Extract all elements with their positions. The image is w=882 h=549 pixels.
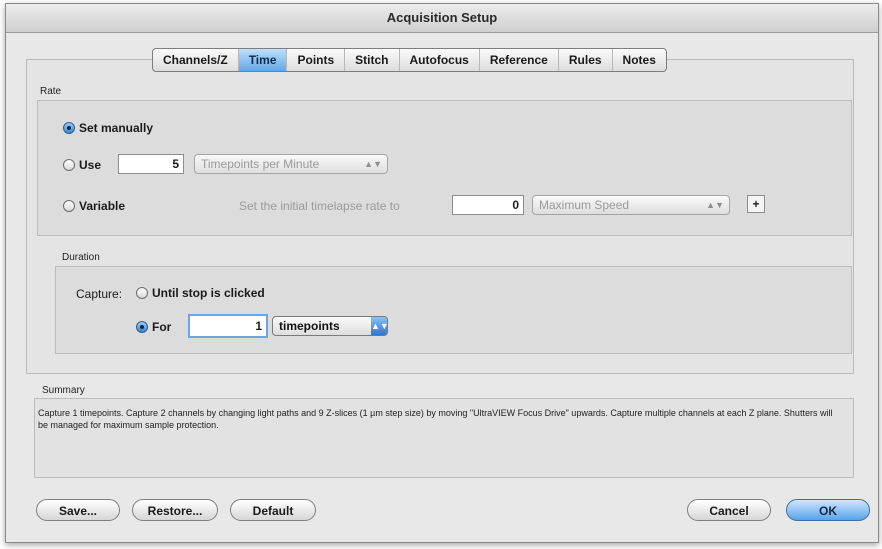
tab-reference[interactable]: Reference xyxy=(480,49,559,71)
ok-button[interactable]: OK xyxy=(786,499,870,521)
use-rate-input[interactable]: 5 xyxy=(118,154,184,174)
tab-time[interactable]: Time xyxy=(238,49,288,71)
radio-use[interactable]: Use xyxy=(63,158,101,172)
radio-selected-icon xyxy=(63,122,75,134)
variable-label: Variable xyxy=(79,199,126,213)
radio-for[interactable]: For xyxy=(136,320,171,334)
for-label: For xyxy=(152,320,172,334)
radio-unselected-icon xyxy=(63,200,75,212)
radio-variable[interactable]: Variable xyxy=(63,199,125,213)
tab-notes[interactable]: Notes xyxy=(613,49,666,71)
use-label: Use xyxy=(79,158,102,172)
radio-until-stop[interactable]: Until stop is clicked xyxy=(136,286,265,300)
tab-stitch[interactable]: Stitch xyxy=(345,49,400,71)
tab-bar: Channels/Z Time Points Stitch Autofocus … xyxy=(152,48,667,72)
cancel-button[interactable]: Cancel xyxy=(687,499,771,521)
default-button[interactable]: Default xyxy=(230,499,316,521)
speed-popup[interactable]: Maximum Speed ▲▼ xyxy=(532,195,730,215)
radio-set-manually[interactable]: Set manually xyxy=(63,121,153,135)
radio-unselected-icon xyxy=(136,287,148,299)
initial-rate-label: Set the initial timelapse rate to xyxy=(239,199,400,213)
summary-section-label: Summary xyxy=(42,385,85,396)
initial-rate-input[interactable]: 0 xyxy=(452,195,524,215)
until-stop-label: Until stop is clicked xyxy=(152,286,265,300)
summary-text: Capture 1 timepoints. Capture 2 channels… xyxy=(38,408,833,430)
tab-rules[interactable]: Rules xyxy=(559,49,613,71)
duration-unit-popup[interactable]: timepoints ▲▼ xyxy=(272,316,389,336)
use-unit-popup[interactable]: Timepoints per Minute ▲▼ xyxy=(194,154,388,174)
set-manually-label: Set manually xyxy=(79,121,154,135)
capture-label: Capture: xyxy=(76,287,123,301)
add-rate-button[interactable]: + xyxy=(747,195,765,213)
use-unit-value: Timepoints per Minute xyxy=(201,157,320,171)
rate-section-label: Rate xyxy=(40,86,62,97)
popup-arrows-icon: ▲▼ xyxy=(364,159,382,169)
radio-unselected-icon xyxy=(63,159,75,171)
duration-group-box xyxy=(55,266,852,354)
restore-button[interactable]: Restore... xyxy=(132,499,218,521)
for-count-input[interactable]: 1 xyxy=(188,314,268,338)
popup-arrows-icon: ▲▼ xyxy=(706,200,724,210)
tab-points[interactable]: Points xyxy=(287,49,346,71)
duration-unit-value: timepoints xyxy=(279,319,340,333)
radio-selected-icon xyxy=(136,321,148,333)
popup-arrows-icon: ▲▼ xyxy=(371,317,389,335)
duration-section-label: Duration xyxy=(62,252,100,263)
tab-channels-z[interactable]: Channels/Z xyxy=(153,49,239,71)
window-title: Acquisition Setup xyxy=(6,4,878,33)
speed-value: Maximum Speed xyxy=(539,198,630,212)
save-button[interactable]: Save... xyxy=(36,499,120,521)
tab-autofocus[interactable]: Autofocus xyxy=(400,49,480,71)
